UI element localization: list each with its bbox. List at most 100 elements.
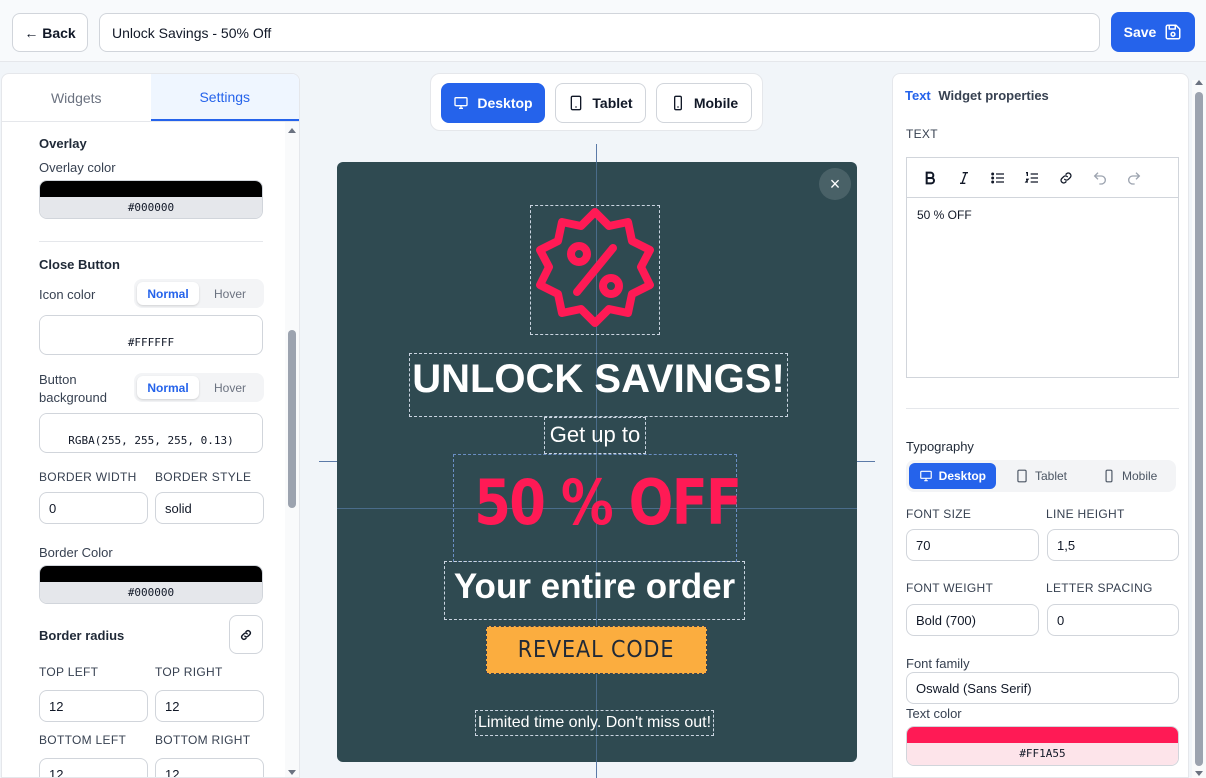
typography-device-toggle: Desktop Tablet Mobile xyxy=(906,460,1176,492)
border-color-value: #000000 xyxy=(40,582,262,603)
font-weight-select[interactable]: Bold (700) xyxy=(906,604,1039,636)
popup-preview: × UNLOCK SAVINGS! Get up to 50 % OFF You… xyxy=(337,162,857,762)
tab-settings[interactable]: Settings xyxy=(150,74,299,121)
font-size-input[interactable]: 70 xyxy=(906,529,1039,561)
bottom-right-label: BOTTOM RIGHT xyxy=(155,733,251,747)
link-icon xyxy=(1060,171,1072,184)
device-mobile-button[interactable]: Mobile xyxy=(656,83,752,123)
text-color-swatch[interactable]: #FF1A55 xyxy=(906,726,1179,766)
popup-tagline: Your entire order xyxy=(453,567,736,606)
popup-close-button[interactable]: × xyxy=(819,168,851,200)
overlay-color-value: #000000 xyxy=(40,197,262,218)
button-background-label-line2: background xyxy=(39,390,107,405)
link-radius-button[interactable] xyxy=(229,615,263,654)
scroll-up-arrow[interactable] xyxy=(288,128,296,133)
bottom-left-input[interactable]: 12 xyxy=(39,758,148,777)
button-background-swatch[interactable]: RGBA(255, 255, 255, 0.13) xyxy=(39,413,263,453)
widget-properties-panel: Text Widget properties TEXT 50 % OFF Typ… xyxy=(892,73,1189,778)
numbered-list-button[interactable] xyxy=(1015,163,1049,193)
typography-mobile-tab[interactable]: Mobile xyxy=(1086,463,1173,489)
discount-badge-icon xyxy=(536,208,654,327)
button-background-fill xyxy=(40,414,262,430)
scroll-down-arrow[interactable] xyxy=(1195,771,1203,776)
tablet-icon xyxy=(1017,469,1027,483)
reveal-code-button[interactable]: REVEAL CODE xyxy=(486,626,707,674)
properties-tab-text[interactable]: Text xyxy=(905,88,931,103)
border-color-fill xyxy=(40,566,262,582)
properties-header: Text Widget properties xyxy=(905,88,1049,103)
typography-mobile-label: Mobile xyxy=(1122,469,1158,483)
floppy-disk-icon xyxy=(1165,24,1181,40)
border-color-swatch[interactable]: #000000 xyxy=(39,565,263,604)
redo-icon xyxy=(1128,171,1141,185)
bottom-right-input[interactable]: 12 xyxy=(155,758,264,777)
font-weight-label: FONT WEIGHT xyxy=(906,581,994,595)
letter-spacing-input[interactable]: 0 xyxy=(1047,604,1179,636)
left-panel-scroll-thumb[interactable] xyxy=(288,330,296,508)
font-family-label: Font family xyxy=(906,656,970,671)
popup-offer-text: 50 % OFF xyxy=(474,466,742,539)
editor-content[interactable]: 50 % OFF xyxy=(907,198,1178,232)
link-icon xyxy=(240,629,252,640)
scroll-up-arrow[interactable] xyxy=(1195,80,1203,85)
device-tablet-label: Tablet xyxy=(592,95,633,111)
bullet-list-icon xyxy=(991,172,1004,183)
line-height-label: LINE HEIGHT xyxy=(1046,507,1125,521)
redo-button[interactable] xyxy=(1117,163,1151,193)
tab-widgets[interactable]: Widgets xyxy=(2,74,151,121)
center-guide-vertical-top xyxy=(596,144,597,162)
right-panel-scroll-thumb[interactable] xyxy=(1195,92,1203,766)
popup-headline: UNLOCK SAVINGS! xyxy=(412,357,785,401)
device-desktop-label: Desktop xyxy=(477,95,533,111)
scroll-down-arrow[interactable] xyxy=(288,770,296,775)
back-button[interactable]: ← Back xyxy=(12,13,88,52)
device-tablet-button[interactable]: Tablet xyxy=(555,83,646,123)
device-desktop-button[interactable]: Desktop xyxy=(441,83,545,123)
icon-color-normal-tab[interactable]: Normal xyxy=(137,282,199,305)
top-right-input[interactable]: 12 xyxy=(155,690,264,722)
text-section-label: TEXT xyxy=(906,127,938,141)
link-button[interactable] xyxy=(1049,163,1083,193)
typography-tablet-tab[interactable]: Tablet xyxy=(998,463,1085,489)
border-width-label: BORDER WIDTH xyxy=(39,470,137,484)
campaign-title-input[interactable] xyxy=(99,13,1100,52)
center-guide-horizontal-left xyxy=(319,461,337,462)
bold-button[interactable] xyxy=(913,163,947,193)
button-background-value: RGBA(255, 255, 255, 0.13) xyxy=(68,434,234,447)
overlay-color-label: Overlay color xyxy=(39,160,116,175)
font-family-select[interactable]: Oswald (Sans Serif) xyxy=(906,672,1179,704)
close-button-title: Close Button xyxy=(39,257,120,272)
icon-color-label: Icon color xyxy=(39,287,96,302)
button-background-label: Button background xyxy=(39,371,107,407)
monitor-icon xyxy=(454,97,469,109)
italic-button[interactable] xyxy=(947,163,981,193)
top-right-label: TOP RIGHT xyxy=(155,665,223,679)
italic-icon xyxy=(960,171,968,184)
popup-subheading: Get up to xyxy=(549,422,641,447)
overlay-title: Overlay xyxy=(39,136,87,151)
line-height-input[interactable]: 1,5 xyxy=(1047,529,1179,561)
phone-icon xyxy=(1105,469,1113,483)
background-normal-tab[interactable]: Normal xyxy=(137,376,199,399)
undo-icon xyxy=(1093,171,1106,185)
discount-badge-icon-frame[interactable] xyxy=(530,205,660,335)
numbered-list-icon xyxy=(1024,171,1038,183)
background-state-toggle: Normal Hover xyxy=(134,373,264,402)
top-left-input[interactable]: 12 xyxy=(39,690,148,722)
typography-desktop-tab[interactable]: Desktop xyxy=(909,463,996,489)
save-label: Save xyxy=(1123,24,1157,40)
typography-tablet-label: Tablet xyxy=(1034,469,1068,483)
bullet-list-button[interactable] xyxy=(981,163,1015,193)
overlay-color-swatch[interactable]: #000000 xyxy=(39,180,263,219)
border-style-select[interactable]: solid xyxy=(155,492,264,524)
undo-button[interactable] xyxy=(1083,163,1117,193)
letter-spacing-label: LETTER SPACING xyxy=(1046,581,1153,595)
border-width-input[interactable]: 0 xyxy=(39,492,148,524)
font-size-label: FONT SIZE xyxy=(906,507,972,521)
icon-color-swatch[interactable]: #FFFFFF xyxy=(39,315,263,355)
save-button[interactable]: Save xyxy=(1111,12,1195,52)
top-left-label: TOP LEFT xyxy=(39,665,99,679)
icon-color-hover-tab[interactable]: Hover xyxy=(199,282,261,305)
properties-tab-widget[interactable]: Widget properties xyxy=(938,88,1048,103)
background-hover-tab[interactable]: Hover xyxy=(199,376,261,399)
